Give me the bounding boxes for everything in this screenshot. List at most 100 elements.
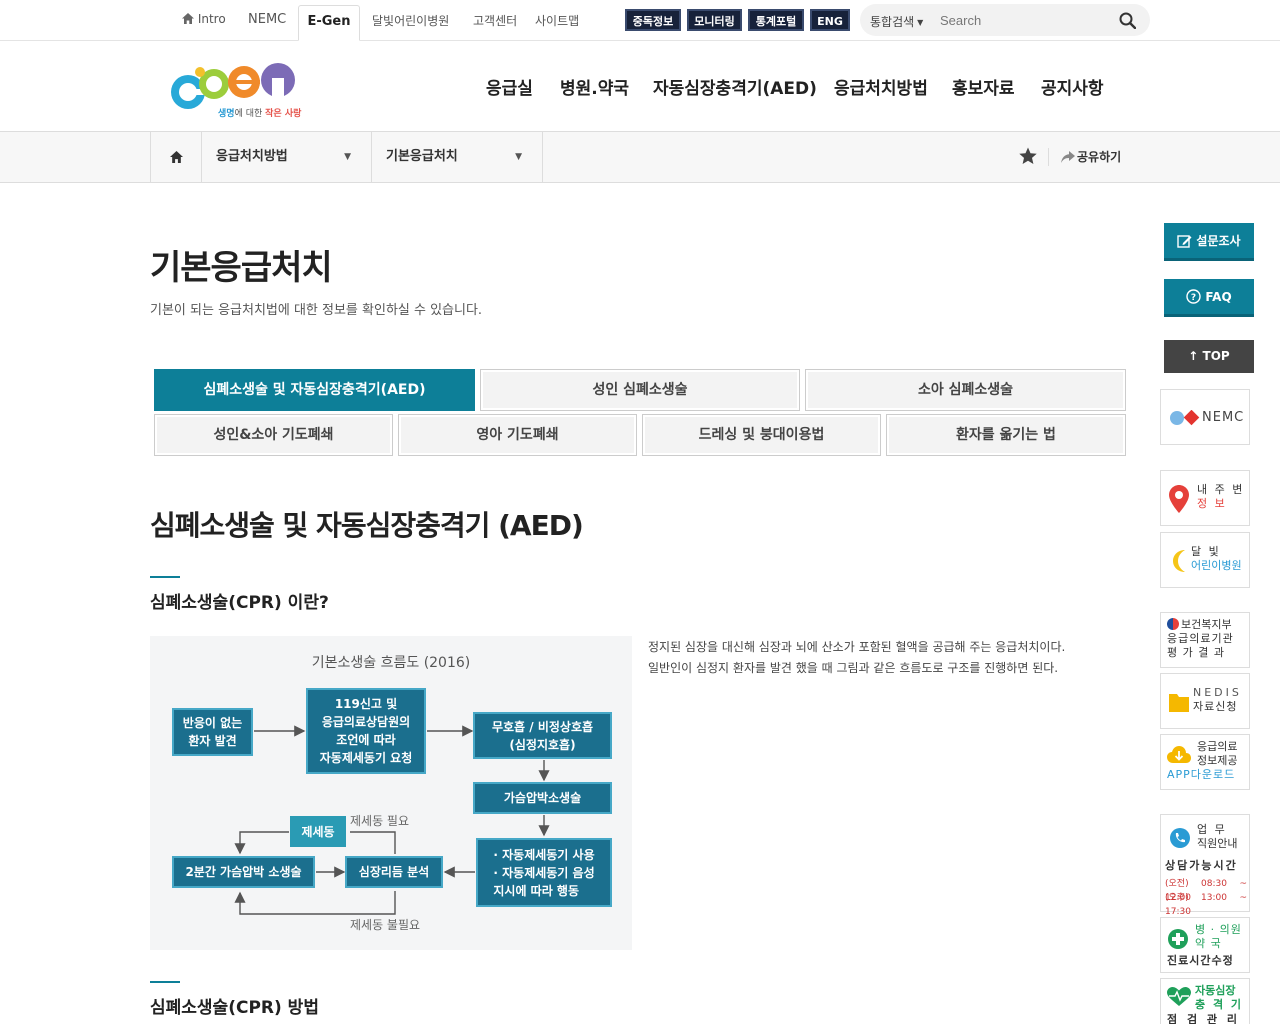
flow-box-call-119: 119신고 및 응급의료상담원의 조언에 따라 자동제세동기 요청 — [306, 688, 426, 774]
question-icon: ? — [1186, 289, 1202, 304]
quick-hours-line1: 업 무 — [1197, 823, 1227, 836]
breadcrumb-select-level2[interactable]: 기본응급처치 ▼ — [372, 132, 543, 182]
search-icon[interactable] — [1119, 12, 1136, 29]
quick-evaluation-line1: 보건복지부 — [1167, 618, 1245, 632]
faq-label: FAQ — [1205, 290, 1232, 304]
quick-evaluation-line2: 응급의료기관 — [1167, 632, 1234, 645]
quick-hours-line2: 직원안내 — [1197, 837, 1238, 850]
egen-tab[interactable]: E-Gen — [298, 5, 360, 41]
nemc-link[interactable]: NEMC — [248, 12, 286, 27]
poison-info-button[interactable]: 중독정보 — [625, 9, 681, 31]
edit-icon — [1177, 235, 1192, 248]
page-description: 기본이 되는 응급처치법에 대한 정보를 확인하실 수 있습니다. — [150, 303, 483, 318]
flow-box-use-aed: · 자동제세동기 사용 · 자동제세동기 음성 지시에 따라 행동 — [476, 838, 612, 907]
quick-moonlight-line1: 달 빛 — [1191, 545, 1221, 558]
breadcrumb-home[interactable] — [150, 132, 202, 182]
top-label: TOP — [1202, 349, 1230, 363]
tab-child-cpr[interactable]: 소아 심폐소생술 — [805, 369, 1126, 411]
nav-aed[interactable]: 자동심장충격기(AED) — [653, 74, 817, 99]
customer-center-link[interactable]: 고객센터 — [473, 12, 517, 29]
egen-logo[interactable]: 생명에 대한 작은 사랑 — [168, 56, 308, 122]
nav-emergency-room[interactable]: 응급실 — [486, 74, 533, 99]
quick-clinic-hours-edit[interactable]: 병 · 의원 약 국 진료시간수정 — [1160, 917, 1250, 973]
tab-moving-patient[interactable]: 환자를 옮기는 법 — [886, 414, 1126, 456]
quick-nedis-text: NEDIS 자료신청 — [1193, 686, 1245, 714]
quick-app-text: 응급의료 정보제공 APP다운로드 — [1167, 740, 1245, 782]
quick-nearby-text: 내 주 변정 보 — [1197, 483, 1245, 511]
flow-box-no-breathing: 무호흡 / 비정상호흡 (심정지호흡) — [473, 712, 612, 759]
tab-dressing-bandage[interactable]: 드레싱 및 붕대이용법 — [642, 414, 881, 456]
quick-clinic-line3: 진료시간수정 — [1167, 954, 1234, 967]
moonlight-hospital-link[interactable]: 달빛어린이병원 — [372, 12, 449, 29]
page-title: 기본응급처치 — [150, 248, 333, 288]
quick-aed-management[interactable]: 자동심장 충 격 기 점 검 관 리 — [1160, 978, 1250, 1024]
quick-nedis-line1: NEDIS — [1193, 686, 1242, 699]
flow-box-find-patient: 반응이 없는 환자 발견 — [172, 708, 253, 756]
share-button[interactable]: 공유하기 — [1048, 148, 1121, 166]
nav-promotion[interactable]: 홍보자료 — [952, 74, 1015, 99]
subsection-title-what-is-cpr: 심폐소생술(CPR) 이란? — [150, 576, 329, 613]
tab-adult-child-choking[interactable]: 성인&소아 기도폐쇄 — [154, 414, 393, 456]
statistics-portal-button[interactable]: 통계포털 — [748, 9, 804, 31]
survey-label: 설문조사 — [1196, 234, 1241, 248]
quick-staff-hours[interactable]: 업 무 직원안내 상담가능시간 (오전) 08:30 ~ 12:00 (오후) 1… — [1160, 814, 1250, 917]
search-box: 통합검색 ▼ — [860, 4, 1150, 36]
heart-pulse-icon — [1167, 987, 1191, 1006]
intro-link[interactable]: Intro — [182, 12, 226, 26]
quick-hours-line3: 상담가능시간 — [1165, 859, 1238, 872]
caret-down-icon: ▼ — [344, 152, 351, 162]
quick-nedis-request[interactable]: NEDIS 자료신청 — [1160, 673, 1250, 729]
quick-moonlight-text: 달 빛 어린이병원 — [1191, 545, 1245, 573]
quick-app-line1: 응급의료 — [1197, 740, 1238, 753]
quick-moonlight-hospital[interactable]: 달 빛 어린이병원 — [1160, 532, 1250, 588]
quick-clinic-line2: 약 국 — [1195, 937, 1222, 950]
quick-hours-pm: (오후) 13:00 ~ 17:30 — [1165, 893, 1247, 917]
quick-clinic-line1: 병 · 의원 — [1195, 923, 1242, 936]
search-input[interactable] — [940, 10, 1110, 30]
phone-icon — [1170, 828, 1190, 848]
top-button[interactable]: ↑ TOP — [1164, 340, 1254, 373]
breadcrumb-level2-label: 기본응급처치 — [386, 149, 458, 164]
nav-first-aid[interactable]: 응급처치방법 — [834, 74, 928, 99]
sitemap-link[interactable]: 사이트맵 — [535, 12, 579, 29]
caret-down-icon: ▼ — [515, 152, 522, 162]
quick-nemc-label: NEMC — [1202, 410, 1245, 425]
breadcrumb-level1-label: 응급처치방법 — [216, 149, 288, 164]
tab-adult-cpr[interactable]: 성인 심폐소생술 — [480, 369, 800, 411]
quick-aed-line3: 점 검 관 리 — [1167, 1013, 1240, 1024]
quick-nearby-line1: 내 주 변 — [1197, 483, 1245, 496]
intro-label: Intro — [197, 12, 226, 26]
flow-box-2min-cpr: 2분간 가슴압박 소생술 — [172, 856, 315, 888]
tab-infant-choking[interactable]: 영아 기도폐쇄 — [398, 414, 637, 456]
bls-flowchart: 기본소생술 흐름도 (2016) 반응이 없는 환자 발견 119신고 및 응급… — [150, 636, 632, 950]
quick-app-download[interactable]: 응급의료 정보제공 APP다운로드 — [1160, 734, 1250, 790]
survey-button[interactable]: 설문조사 — [1164, 223, 1254, 261]
quick-evaluation-results[interactable]: 보건복지부 응급의료기관 평 가 결 과 — [1160, 612, 1250, 668]
quick-app-line2: 정보제공 — [1197, 754, 1238, 767]
quick-moonlight-line2: 어린이병원 — [1191, 559, 1242, 572]
medical-cross-icon — [1168, 929, 1188, 949]
breadcrumb-select-level1[interactable]: 응급처치방법 ▼ — [202, 132, 372, 182]
quick-nemc[interactable]: NEMC — [1160, 389, 1250, 445]
quick-hours-title: 업 무 직원안내 — [1197, 823, 1245, 851]
english-button[interactable]: ENG — [810, 9, 850, 31]
tab-cpr-aed[interactable]: 심폐소생술 및 자동심장충격기(AED) — [154, 369, 475, 411]
nemc-logo-icon — [1170, 410, 1200, 426]
quick-evaluation-text: 보건복지부 응급의료기관 평 가 결 과 — [1167, 618, 1245, 660]
quick-evaluation-line1-label: 보건복지부 — [1181, 618, 1232, 631]
svg-text:?: ? — [1191, 293, 1196, 303]
cpr-explanation-line2: 일반인이 심정지 환자를 발견 했을 때 그림과 같은 흐름도로 구조를 진행하… — [648, 661, 1059, 675]
nav-hospital-pharmacy[interactable]: 병원.약국 — [560, 74, 629, 99]
moon-icon — [1173, 550, 1185, 572]
quick-clinic-text: 병 · 의원 약 국 — [1195, 923, 1245, 951]
cpr-explanation-line1: 정지된 심장을 대신해 심장과 뇌에 산소가 포함된 혈액을 공급해 주는 응급… — [648, 640, 1066, 654]
taegeuk-icon — [1167, 618, 1179, 630]
nav-notice[interactable]: 공지사항 — [1041, 74, 1104, 99]
faq-button[interactable]: ? FAQ — [1164, 279, 1254, 317]
flow-note-defib-needed: 제세동 필요 — [350, 814, 410, 828]
quick-aed-line2: 충 격 기 — [1195, 998, 1244, 1011]
search-scope-select[interactable]: 통합검색 ▼ — [870, 13, 923, 30]
star-icon[interactable] — [1018, 146, 1038, 166]
monitoring-button[interactable]: 모니터링 — [687, 9, 742, 31]
quick-nearby-info[interactable]: 내 주 변정 보 — [1160, 470, 1250, 526]
